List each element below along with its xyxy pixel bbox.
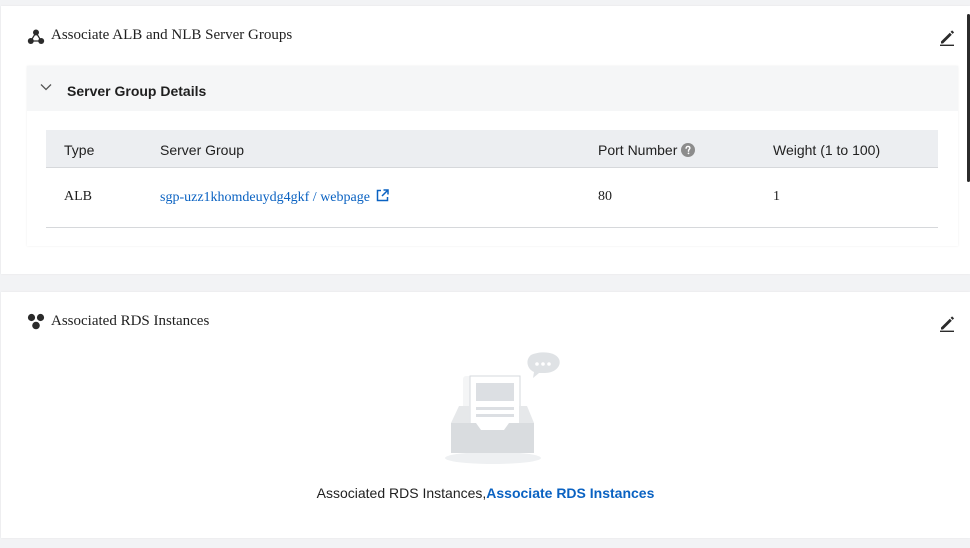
server-group-details-toggle[interactable]: Server Group Details: [27, 66, 958, 111]
table-row: ALB sgp-uzz1khomdeuydg4gkf / webpage 80 …: [46, 168, 938, 228]
edit-rds-icon[interactable]: [938, 314, 956, 332]
edit-alb-icon[interactable]: [938, 28, 956, 46]
cell-type: ALB: [64, 189, 92, 204]
rds-instances-card: Associated RDS Instances Associated RDS …: [1, 292, 970, 538]
empty-state-message: Associated RDS Instances,Associate RDS I…: [1, 485, 970, 501]
panel-title: Server Group Details: [67, 83, 207, 99]
server-group-link[interactable]: sgp-uzz1khomdeuydg4gkf / webpage: [160, 190, 370, 205]
column-type: Type: [64, 142, 95, 158]
alb-server-groups-card: Associate ALB and NLB Server Groups Serv…: [1, 6, 970, 274]
server-group-details-panel: Server Group Details Type Server Group P…: [27, 66, 958, 246]
empty-inbox-illustration: [445, 352, 560, 464]
rds-section-title: Associated RDS Instances: [51, 313, 210, 329]
question-circle-icon[interactable]: [681, 143, 696, 157]
column-server-group: Server Group: [160, 142, 245, 158]
instances-icon: [27, 313, 45, 330]
table-header: Type Server Group Port Number Weight (1 …: [46, 130, 938, 168]
empty-state-text: Associated RDS Instances,: [316, 485, 487, 501]
associate-rds-link[interactable]: Associate RDS Instances: [486, 485, 654, 501]
external-link-icon[interactable]: [376, 189, 389, 202]
column-weight: Weight (1 to 100): [773, 142, 881, 158]
column-port-number-label: Port Number: [598, 142, 678, 158]
alb-section-title: Associate ALB and NLB Server Groups: [51, 27, 293, 43]
cell-weight: 1: [773, 189, 780, 204]
cluster-icon: [27, 29, 45, 44]
cell-port-number: 80: [598, 189, 612, 204]
server-group-table: Type Server Group Port Number Weight (1 …: [46, 130, 938, 228]
chevron-down-icon: [40, 84, 52, 91]
cell-server-group: sgp-uzz1khomdeuydg4gkf / webpage: [160, 189, 389, 206]
column-port-number: Port Number: [598, 142, 696, 158]
